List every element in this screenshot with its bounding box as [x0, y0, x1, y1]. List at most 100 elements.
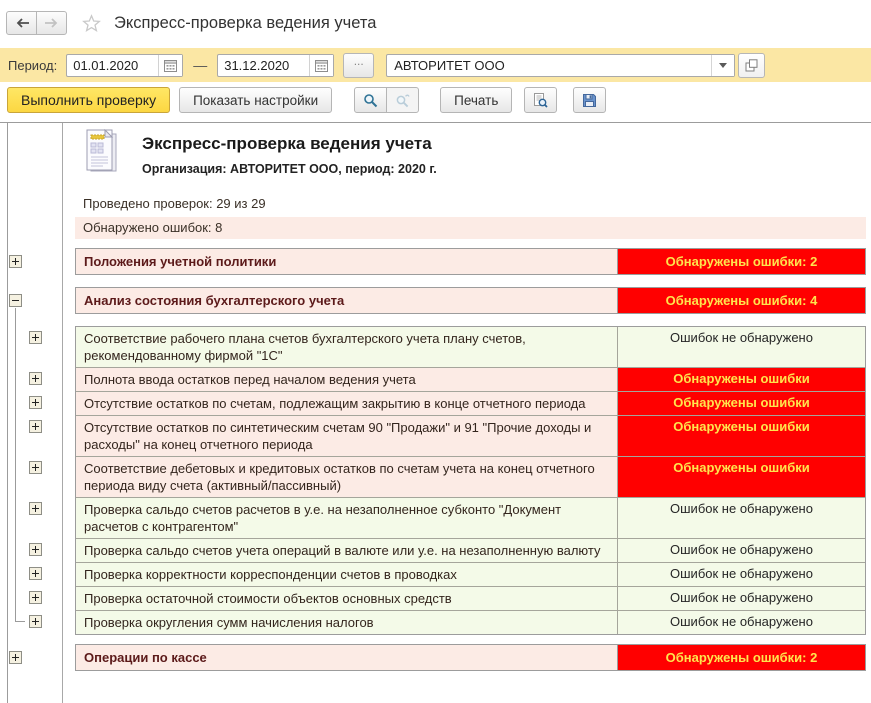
- collapse-group-button[interactable]: [9, 294, 22, 307]
- expand-group-button[interactable]: [9, 255, 22, 268]
- print-button[interactable]: Печать: [440, 87, 512, 113]
- expand-group-button[interactable]: [29, 502, 42, 515]
- search-button-group: [354, 87, 419, 113]
- check-row[interactable]: Проверка округления сумм начисления нало…: [76, 610, 865, 634]
- check-ok-badge: Ошибок не обнаружено: [617, 539, 865, 562]
- check-title: Проверка корректности корреспонденции сч…: [76, 563, 617, 586]
- organization-open-button[interactable]: [738, 53, 765, 78]
- check-error-badge: Обнаружены ошибки: [617, 416, 865, 456]
- favorites-star-icon[interactable]: [82, 14, 101, 32]
- check-error-badge: Обнаружены ошибки: [617, 368, 865, 391]
- save-floppy-icon: [582, 93, 597, 108]
- forward-button[interactable]: [36, 11, 67, 35]
- open-value-icon: [745, 59, 758, 72]
- expand-group-button[interactable]: [29, 615, 42, 628]
- check-row[interactable]: Отсутствие остатков по счетам, подлежащи…: [76, 391, 865, 415]
- date-from-field[interactable]: 01.01.2020: [66, 54, 183, 77]
- expand-group-button[interactable]: [29, 543, 42, 556]
- navbar: Экспресс-проверка ведения учета: [0, 0, 871, 46]
- date-to-value: 31.12.2020: [218, 58, 309, 73]
- check-title: Проверка сальдо счетов расчетов в у.е. н…: [76, 498, 617, 538]
- check-ok-badge: Ошибок не обнаружено: [617, 498, 865, 538]
- check-ok-badge: Ошибок не обнаружено: [617, 563, 865, 586]
- expand-group-button[interactable]: [29, 461, 42, 474]
- report-pane: Экспресс-проверка ведения учета Организа…: [0, 122, 871, 703]
- report-header-text: Экспресс-проверка ведения учета Организа…: [142, 129, 437, 180]
- expand-group-button[interactable]: [29, 591, 42, 604]
- period-label: Период:: [8, 58, 57, 73]
- check-title: Соответствие рабочего плана счетов бухга…: [76, 327, 617, 367]
- page-title: Экспресс-проверка ведения учета: [114, 14, 376, 33]
- organization-combo[interactable]: АВТОРИТЕТ ООО: [386, 54, 735, 77]
- check-ok-badge: Ошибок не обнаружено: [617, 611, 865, 634]
- expand-group-button[interactable]: [29, 567, 42, 580]
- back-button[interactable]: [6, 11, 37, 35]
- report-rows: Проведено проверок: 29 из 29Обнаружено о…: [75, 193, 866, 671]
- search-refresh-icon: [395, 93, 410, 108]
- report-title: Экспресс-проверка ведения учета: [142, 134, 437, 154]
- pane-left-border: [7, 123, 8, 703]
- section-title: Анализ состояния бухгалтерского учета: [76, 288, 617, 313]
- summary-row: Проведено проверок: 29 из 29: [75, 193, 866, 215]
- report-subtitle: Организация: АВТОРИТЕТ ООО, период: 2020…: [142, 162, 437, 176]
- organization-value: АВТОРИТЕТ ООО: [387, 58, 711, 73]
- period-dash: —: [193, 57, 207, 73]
- calendar-icon: [164, 59, 177, 72]
- check-row[interactable]: Проверка остаточной стоимости объектов о…: [76, 586, 865, 610]
- section-title: Операции по кассе: [76, 645, 617, 670]
- back-arrow-icon: [14, 17, 30, 29]
- date-to-field[interactable]: 31.12.2020: [217, 54, 334, 77]
- expand-group-button[interactable]: [29, 396, 42, 409]
- section-row[interactable]: Положения учетной политикиОбнаружены оши…: [75, 248, 866, 275]
- section-error-badge: Обнаружены ошибки: 2: [617, 645, 865, 670]
- section-row[interactable]: Операции по кассеОбнаружены ошибки: 2: [75, 644, 866, 671]
- calendar-icon: [315, 59, 328, 72]
- check-error-badge: Обнаружены ошибки: [617, 392, 865, 415]
- forward-arrow-icon: [44, 17, 60, 29]
- report-header: Экспресс-проверка ведения учета Организа…: [82, 129, 871, 180]
- check-title: Полнота ввода остатков перед началом вед…: [76, 368, 617, 391]
- check-row[interactable]: Отсутствие остатков по синтетическим сче…: [76, 415, 865, 456]
- check-error-badge: Обнаружены ошибки: [617, 457, 865, 497]
- expand-group-button[interactable]: [9, 651, 22, 664]
- chevron-down-icon: [719, 63, 727, 68]
- check-title: Проверка округления сумм начисления нало…: [76, 611, 617, 634]
- date-from-value: 01.01.2020: [67, 58, 158, 73]
- find-button[interactable]: [354, 87, 387, 113]
- section-row[interactable]: Анализ состояния бухгалтерского учетаОбн…: [75, 287, 866, 314]
- summary-row: Обнаружено ошибок: 8: [75, 217, 866, 239]
- check-ok-badge: Ошибок не обнаружено: [617, 587, 865, 610]
- date-to-calendar-button[interactable]: [309, 55, 333, 76]
- print-preview-button[interactable]: [524, 87, 557, 113]
- section-title: Положения учетной политики: [76, 249, 617, 274]
- nav-history-buttons: [6, 11, 67, 35]
- check-ok-badge: Ошибок не обнаружено: [617, 327, 865, 367]
- show-settings-button[interactable]: Показать настройки: [179, 87, 332, 113]
- check-table: Соответствие рабочего плана счетов бухга…: [75, 326, 866, 635]
- check-title: Проверка остаточной стоимости объектов о…: [76, 587, 617, 610]
- expand-group-button[interactable]: [29, 331, 42, 344]
- check-title: Отсутствие остатков по счетам, подлежащи…: [76, 392, 617, 415]
- check-row[interactable]: Проверка корректности корреспонденции сч…: [76, 562, 865, 586]
- period-options-button[interactable]: ...: [343, 53, 374, 78]
- organization-dropdown-button[interactable]: [711, 55, 734, 76]
- check-row[interactable]: Соответствие рабочего плана счетов бухга…: [76, 327, 865, 367]
- check-title: Соответствие дебетовых и кредитовых оста…: [76, 457, 617, 497]
- check-row[interactable]: Проверка сальдо счетов расчетов в у.е. н…: [76, 497, 865, 538]
- check-row[interactable]: Полнота ввода остатков перед началом вед…: [76, 367, 865, 391]
- save-button[interactable]: [573, 87, 606, 113]
- section-error-badge: Обнаружены ошибки: 2: [617, 249, 865, 274]
- check-row[interactable]: Проверка сальдо счетов учета операций в …: [76, 538, 865, 562]
- date-from-calendar-button[interactable]: [158, 55, 182, 76]
- preview-icon: [533, 93, 548, 108]
- filter-bar: Период: 01.01.2020 — 31.12.2020 ... АВТО…: [0, 48, 871, 82]
- check-title: Проверка сальдо счетов учета операций в …: [76, 539, 617, 562]
- check-title: Отсутствие остатков по синтетическим сче…: [76, 416, 617, 456]
- check-row[interactable]: Соответствие дебетовых и кредитовых оста…: [76, 456, 865, 497]
- toolbar: Выполнить проверку Показать настройки Пе…: [0, 82, 871, 118]
- expand-group-button[interactable]: [29, 420, 42, 433]
- run-check-button[interactable]: Выполнить проверку: [7, 87, 170, 113]
- find-next-button[interactable]: [386, 87, 419, 113]
- expand-group-button[interactable]: [29, 372, 42, 385]
- section-error-badge: Обнаружены ошибки: 4: [617, 288, 865, 313]
